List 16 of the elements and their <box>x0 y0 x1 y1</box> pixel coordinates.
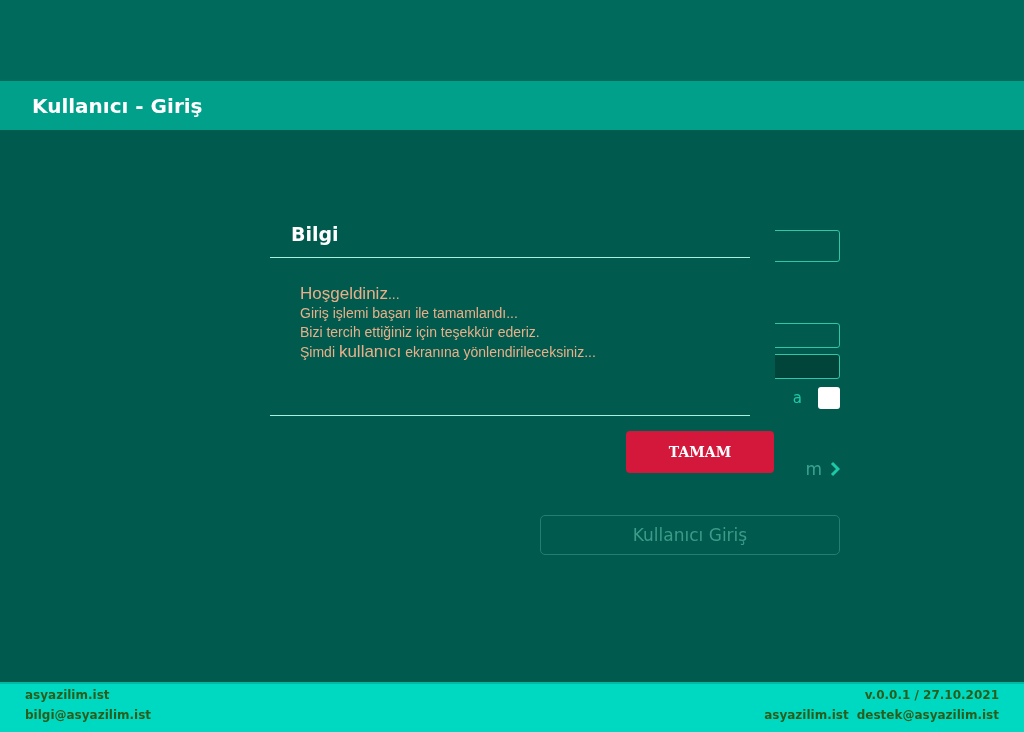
page-title: Kullanıcı - Giriş <box>32 93 203 118</box>
message-line: Şimdi kullanıcı ekranına yönlendirileceksiniz... <box>300 342 597 362</box>
message-line: Giriş işlemi başarı ile tamamlandı... <box>300 304 519 323</box>
message-line: Bizi tercih ettiğiniz için teşekkür ederiz. <box>300 323 541 342</box>
remember-label: a <box>792 389 802 407</box>
footer-text: bilgi@asyazilim.ist <box>25 708 152 722</box>
message-line: Hoşgeldiniz... <box>300 284 401 304</box>
footer-text: asyazilim.ist <box>25 688 110 702</box>
link[interactable]: m <box>805 459 840 479</box>
chevron-right-icon <box>830 461 840 477</box>
footer-text: asyazilim.ist <box>764 708 849 722</box>
dialog-title: Bilgi <box>270 200 750 258</box>
version-text: v.0.0.1 / 27.10.2021 <box>864 688 999 702</box>
footer-text: destek@asyazilim.ist <box>856 708 999 722</box>
checkbox[interactable] <box>818 387 840 409</box>
ok-button[interactable]: TAMAM <box>626 431 774 473</box>
